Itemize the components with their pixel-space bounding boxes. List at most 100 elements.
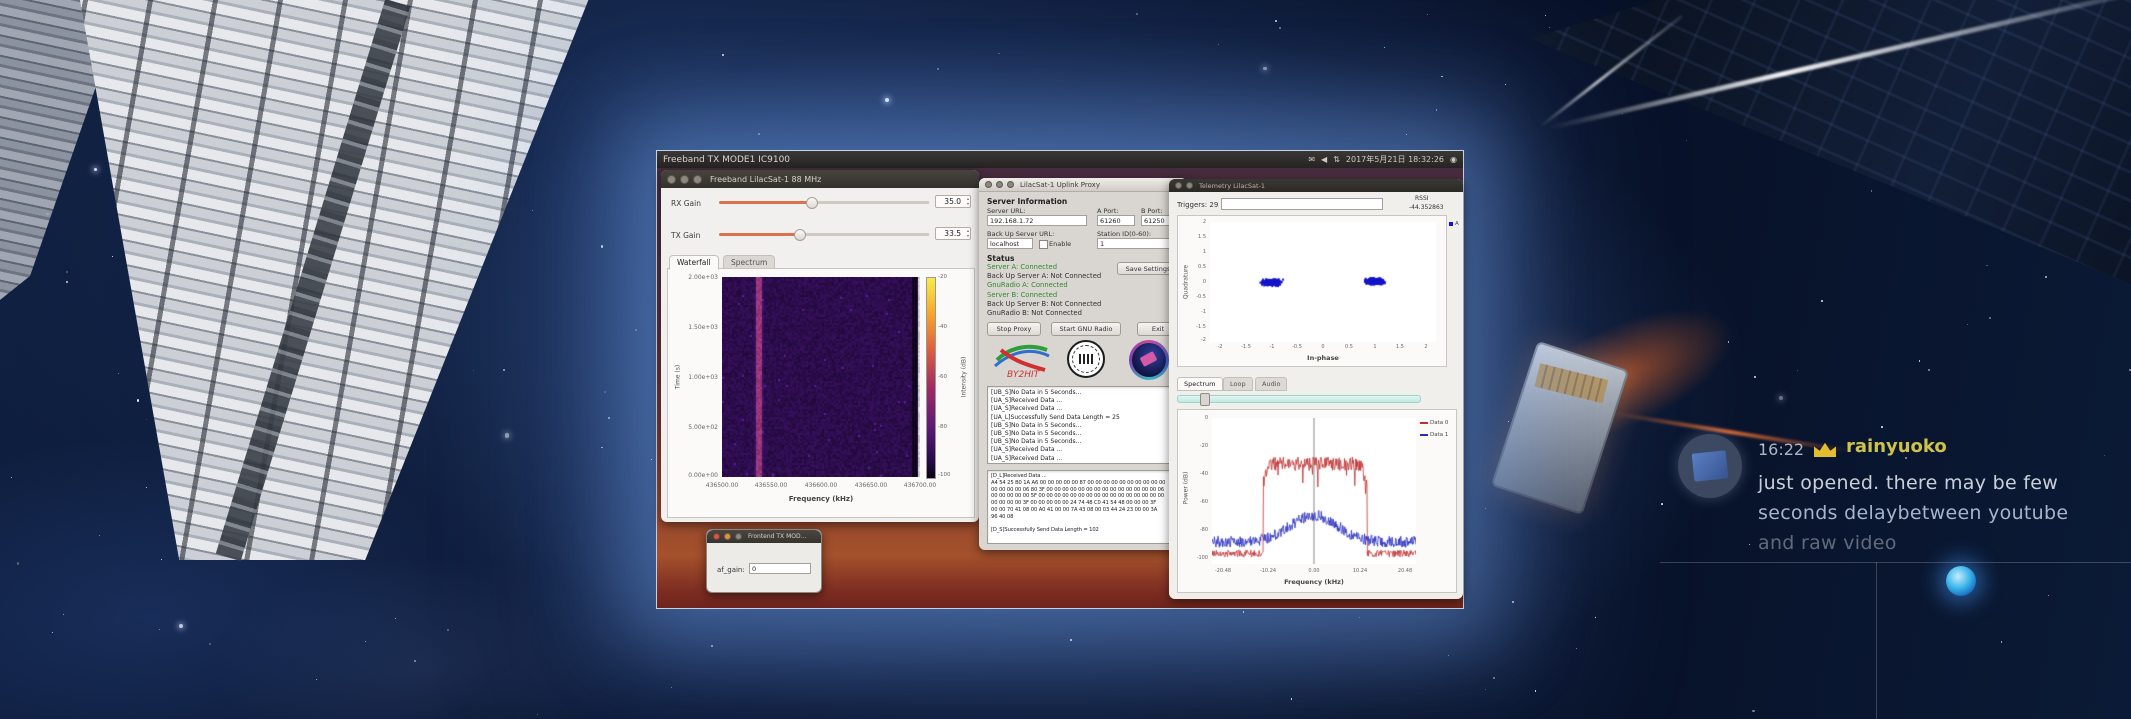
waterfall-ylabel: Time (s)	[675, 365, 682, 389]
slider-track-rest	[799, 233, 929, 236]
legend-series-a: A	[1449, 221, 1459, 227]
spectrum-xlabel: Frequency (kHz)	[1284, 578, 1344, 586]
colorbar	[926, 277, 936, 479]
tab-loop[interactable]: Loop	[1223, 377, 1253, 391]
cubesat-antenna	[1534, 363, 1608, 403]
titlebar[interactable]: Telemetry LilacSat-1	[1169, 179, 1463, 192]
rx-gain-slider[interactable]	[719, 196, 929, 208]
overlay-grid-line	[1876, 562, 1877, 719]
mail-icon[interactable]: ✉	[1308, 155, 1315, 164]
backup-url-input[interactable]	[987, 238, 1033, 249]
colorbar-label: Intensity (dB)	[961, 357, 968, 398]
constellation-plot: Quadrature 2 1.5 1 0.5 0 -0.5 -1 -1.5 -2…	[1177, 215, 1447, 367]
logos-row: BY2HIT	[989, 340, 1179, 382]
window-title: Frontend TX MOD...	[748, 533, 806, 540]
spinner-arrows-icon[interactable]: ▴▾	[967, 196, 969, 206]
status-heading: Status	[987, 254, 1014, 263]
gain-slider[interactable]	[1177, 395, 1421, 403]
avatar-image	[1692, 450, 1729, 481]
ubuntu-top-panel: Freeband TX MODE1 IC9100 ✉ ◀ ⇅ 2017年5月21…	[657, 151, 1463, 168]
volume-icon[interactable]: ◀	[1321, 155, 1327, 164]
message-input[interactable]	[1221, 198, 1383, 210]
maximize-icon[interactable]	[1007, 181, 1014, 188]
window-freeband-modem: Freeband LilacSat-1 88 MHz RX Gain 35.0 …	[661, 170, 979, 522]
close-icon[interactable]	[985, 181, 992, 188]
lilacsat-mission-patch	[1129, 340, 1169, 380]
tab-spectrum[interactable]: Spectrum	[1177, 377, 1223, 391]
minimize-icon[interactable]	[1186, 182, 1193, 189]
close-icon[interactable]	[713, 533, 720, 540]
constellation-ylabel: Quadrature	[1183, 265, 1190, 299]
panel-window-title: Freeband TX MODE1 IC9100	[663, 155, 790, 165]
status-line: GnuRadio A: Connected	[987, 281, 1101, 290]
maximize-icon[interactable]	[735, 533, 742, 540]
hex-dump-list[interactable]: [D_L]Received Data ... A4 54 25 B0 1A A6…	[987, 470, 1179, 544]
titlebar[interactable]: LilacSat-1 Uplink Proxy	[979, 178, 1187, 192]
window-afgain: Frontend TX MOD... af_gain:	[706, 529, 822, 593]
chat-message-line: and raw video	[1758, 532, 1897, 554]
minimize-icon[interactable]	[724, 533, 731, 540]
start-gnuradio-button[interactable]: Start GNU Radio	[1051, 322, 1121, 336]
blue-orb-logo	[1946, 566, 1976, 596]
status-line: Server B: Connected	[987, 291, 1101, 300]
tx-gain-spinbox[interactable]: 33.5 ▴▾	[935, 227, 971, 240]
desktop-wallpaper: Freeband LilacSat-1 88 MHz RX Gain 35.0 …	[657, 168, 1463, 608]
legend-data0: Data 0	[1420, 420, 1448, 426]
close-icon[interactable]	[1175, 182, 1182, 189]
close-icon[interactable]	[667, 175, 676, 184]
titlebar[interactable]: Freeband LilacSat-1 88 MHz	[661, 170, 979, 188]
svg-text:BY2HIT: BY2HIT	[1007, 370, 1041, 380]
console-log-list[interactable]: [UB_S]No Data in 5 Seconds... [UA_S]Rece…	[987, 386, 1179, 464]
afgain-input[interactable]	[749, 563, 811, 574]
window-rx-telemetry: Telemetry LilacSat-1 Triggers: 29 RSSI -…	[1169, 179, 1463, 599]
triggers-label: Triggers: 29	[1177, 201, 1218, 209]
enable-label: Enable	[1049, 240, 1071, 248]
window-uplink-proxy: LilacSat-1 Uplink Proxy Server Informati…	[979, 178, 1187, 550]
chat-username: rainyuoko	[1846, 436, 1947, 457]
spinner-arrows-icon[interactable]: ▴▾	[967, 228, 969, 238]
constellation-canvas[interactable]	[1210, 222, 1436, 342]
server-info-heading: Server Information	[987, 197, 1067, 206]
spectrum-plot: Power (dB) 0 -20 -40 -60 -80 -100 -20.48…	[1177, 409, 1457, 593]
rssi-label: RSSI	[1415, 195, 1429, 202]
chat-message-line: just opened. there may be few	[1758, 472, 2058, 494]
a-port-input[interactable]	[1097, 215, 1135, 226]
titlebar[interactable]: Frontend TX MOD...	[707, 530, 821, 543]
chat-message-line: seconds delaybetween youtube	[1758, 502, 2068, 524]
waterfall-plot: Time (s) 2.00e+03 1.50e+03 1.00e+03 5.00…	[667, 268, 975, 518]
network-icon[interactable]: ⇅	[1333, 155, 1340, 164]
stop-proxy-button[interactable]: Stop Proxy	[987, 322, 1041, 336]
minimize-icon[interactable]	[996, 181, 1003, 188]
afgain-label: af_gain:	[717, 566, 745, 574]
rx-gain-value: 35.0	[944, 197, 961, 206]
tx-gain-label: TX Gain	[671, 231, 700, 240]
minimize-icon[interactable]	[680, 175, 689, 184]
tx-gain-value: 33.5	[944, 229, 961, 238]
rx-gain-label: RX Gain	[671, 199, 701, 208]
maximize-icon[interactable]	[693, 175, 702, 184]
tab-audio[interactable]: Audio	[1255, 377, 1287, 391]
tx-gain-slider[interactable]	[719, 228, 929, 240]
spectrum-canvas[interactable]	[1212, 418, 1416, 564]
panel-clock[interactable]: 2017年5月21日 18:32:26	[1346, 154, 1444, 165]
tab-waterfall[interactable]: Waterfall	[669, 255, 719, 270]
window-title: Freeband LilacSat-1 88 MHz	[710, 175, 821, 184]
chat-timestamp: 16:22	[1758, 440, 1804, 459]
legend-data1: Data 1	[1420, 432, 1448, 438]
window-title: Telemetry LilacSat-1	[1199, 182, 1265, 190]
waterfall-canvas[interactable]	[722, 277, 920, 477]
server-url-input[interactable]	[987, 215, 1087, 226]
rx-gain-spinbox[interactable]: 35.0 ▴▾	[935, 195, 971, 208]
slider-handle[interactable]	[1200, 393, 1210, 406]
session-menu-icon[interactable]: ◉	[1450, 155, 1457, 164]
enable-checkbox[interactable]	[1039, 240, 1048, 249]
slider-handle[interactable]	[794, 229, 806, 241]
constellation-xlabel: In-phase	[1307, 354, 1339, 362]
slider-handle[interactable]	[806, 197, 818, 209]
window-title: LilacSat-1 Uplink Proxy	[1020, 181, 1100, 189]
waterfall-xlabel: Frequency (kHz)	[789, 495, 853, 503]
status-line: Back Up Server A: Not Connected	[987, 272, 1101, 281]
shared-desktop-frame: Freeband TX MODE1 IC9100 ✉ ◀ ⇅ 2017年5月21…	[656, 150, 1464, 609]
overlay-grid-line	[1660, 562, 2131, 563]
hit-seal-logo	[1067, 340, 1105, 378]
